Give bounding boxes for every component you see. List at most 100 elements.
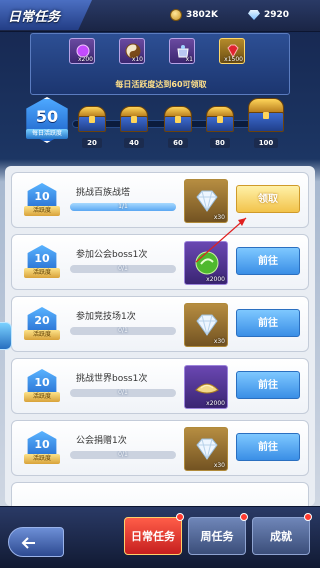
diamond-icon — [196, 438, 218, 460]
task-progress-bar: 0/1 — [70, 451, 176, 459]
task-name: 公会捐赠1次 — [76, 436, 127, 446]
reward-quantity: x30 — [213, 214, 225, 221]
daily-tasks-screen: 日常任务 3802K 2920 x200 x10 x1 x1500 每日活跃度达… — [0, 0, 320, 568]
reward-slot[interactable]: x10 — [119, 38, 145, 64]
task-progress-text: 0/1 — [118, 451, 128, 458]
top-bar: 日常任务 3802K 2920 — [0, 0, 320, 32]
activity-badge-value: 20 — [34, 314, 50, 327]
task-row-partial — [11, 482, 309, 506]
gold-ingot-icon — [195, 383, 219, 394]
goto-button[interactable]: 前往 — [236, 371, 300, 399]
task-name: 参加竞技场1次 — [76, 312, 136, 322]
activity-badge: 10 活跃度 — [24, 245, 60, 278]
task-reward-item[interactable]: x30 — [184, 427, 228, 471]
task-row: 10 活跃度 参加公会boss1次 0/1 x2000 前往 — [11, 234, 309, 290]
activity-reward-banner: x200 x10 x1 x1500 每日活跃度达到60可领取 — [30, 33, 290, 95]
notification-dot — [176, 513, 184, 521]
reward-quantity: x30 — [213, 338, 225, 345]
task-progress-text: 0/1 — [118, 265, 128, 272]
activity-badge: 10 活跃度 — [24, 183, 60, 216]
notification-dot — [240, 513, 248, 521]
bottom-bar: 日常任务 周任务 成就 — [0, 506, 320, 568]
activity-points-label: 每日活跃度 — [26, 129, 68, 139]
goto-button[interactable]: 前往 — [236, 433, 300, 461]
task-row: 10 活跃度 挑战世界boss1次 0/1 x2000 前往 — [11, 358, 309, 414]
banner-hint: 每日活跃度达到60可领取 — [115, 80, 207, 89]
activity-badge-value: 10 — [34, 190, 50, 203]
milestone-label: 100 — [254, 138, 278, 148]
task-name: 挑战世界boss1次 — [76, 374, 148, 384]
reward-quantity: x1500 — [224, 56, 243, 63]
tab-daily-tasks[interactable]: 日常任务 — [124, 517, 182, 555]
task-progress-bar: 0/1 — [70, 389, 176, 397]
reward-quantity: x2000 — [206, 276, 225, 283]
task-progress-text: 1/1 — [118, 203, 128, 210]
task-name: 参加公会boss1次 — [76, 250, 148, 260]
task-list[interactable]: 10 活跃度 挑战百族战塔 1/1 x30 领取 10 活跃度 参加公会boss… — [5, 166, 315, 506]
diamond-icon — [248, 10, 260, 20]
activity-points-badge: 50 每日活跃度 — [24, 97, 70, 143]
green-orb-icon — [195, 251, 219, 275]
activity-badge: 10 活跃度 — [24, 369, 60, 402]
lock-icon — [175, 116, 181, 123]
reward-quantity: x10 — [131, 56, 143, 63]
notification-dot — [304, 513, 312, 521]
gem-counter: 2920 — [248, 8, 289, 22]
tab-weekly-tasks[interactable]: 周任务 — [188, 517, 246, 555]
task-reward-item[interactable]: x30 — [184, 179, 228, 223]
coin-icon — [170, 9, 182, 21]
diamond-icon — [196, 190, 218, 212]
task-progress-bar: 0/1 — [70, 327, 176, 335]
task-row: 20 活跃度 参加竞技场1次 0/1 x30 前往 — [11, 296, 309, 352]
lock-icon — [131, 116, 137, 123]
activity-badge-value: 10 — [34, 376, 50, 389]
activity-badge: 20 活跃度 — [24, 307, 60, 340]
milestone-label: 20 — [82, 138, 102, 148]
milestone-label: 80 — [210, 138, 230, 148]
task-row: 10 活跃度 公会捐赠1次 0/1 x30 前往 — [11, 420, 309, 476]
activity-badge-label: 活跃度 — [24, 392, 60, 402]
chest-40[interactable] — [120, 106, 148, 132]
activity-badge: 10 活跃度 — [24, 431, 60, 464]
task-reward-item[interactable]: x2000 — [184, 241, 228, 285]
task-progress-text: 0/1 — [118, 389, 128, 396]
claim-button[interactable]: 领取 — [236, 185, 300, 213]
reward-quantity: x1 — [185, 56, 193, 63]
reward-quantity: x30 — [213, 462, 225, 469]
diamond-icon — [196, 314, 218, 336]
activity-badge-value: 10 — [34, 438, 50, 451]
gem-amount: 2920 — [264, 10, 290, 20]
page-title: 日常任务 — [8, 10, 61, 25]
goto-button[interactable]: 前往 — [236, 309, 300, 337]
activity-badge-value: 10 — [34, 252, 50, 265]
task-progress-bar: 1/1 — [70, 203, 176, 211]
reward-slot[interactable]: x200 — [69, 38, 95, 64]
activity-badge-label: 活跃度 — [24, 330, 60, 340]
task-reward-item[interactable]: x30 — [184, 303, 228, 347]
milestone-label: 40 — [124, 138, 144, 148]
task-name: 挑战百族战塔 — [76, 188, 131, 198]
reward-quantity: x2000 — [206, 400, 225, 407]
chest-60[interactable] — [164, 106, 192, 132]
tab-achievements[interactable]: 成就 — [252, 517, 310, 555]
back-button[interactable] — [8, 527, 64, 557]
goto-button[interactable]: 前往 — [236, 247, 300, 275]
reward-slot[interactable]: x1 — [169, 38, 195, 64]
task-progress-bar: 0/1 — [70, 265, 176, 273]
reward-slot[interactable]: x1500 — [219, 38, 245, 64]
reward-quantity: x200 — [77, 56, 93, 63]
chest-80[interactable] — [206, 106, 234, 132]
lock-icon — [263, 112, 269, 119]
lock-icon — [89, 116, 95, 123]
chest-100[interactable] — [248, 98, 284, 132]
activity-points-value: 50 — [35, 107, 59, 126]
activity-badge-label: 活跃度 — [24, 454, 60, 464]
coin-counter: 3802K — [170, 8, 218, 22]
side-orb-icon[interactable] — [0, 322, 12, 350]
chest-20[interactable] — [78, 106, 106, 132]
task-row: 10 活跃度 挑战百族战塔 1/1 x30 领取 — [11, 172, 309, 228]
milestone-label: 60 — [168, 138, 188, 148]
task-reward-item[interactable]: x2000 — [184, 365, 228, 409]
activity-badge-label: 活跃度 — [24, 268, 60, 278]
lock-icon — [217, 116, 223, 123]
